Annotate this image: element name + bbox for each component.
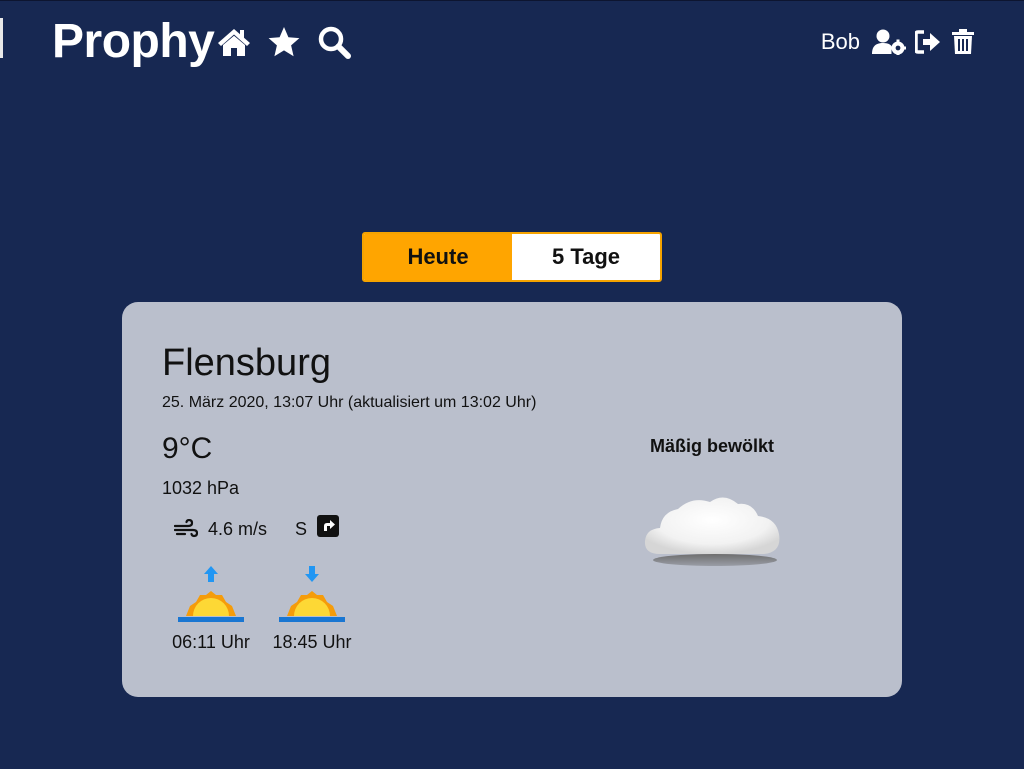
weather-condition: Mäßig bewölkt (649, 436, 774, 456)
cloud-icon (644, 497, 780, 566)
user-area: Bob (821, 27, 976, 57)
user-settings-icon[interactable] (872, 27, 906, 57)
username: Bob (820, 29, 860, 54)
nav-icons (216, 24, 352, 60)
wind-direction: S (295, 518, 308, 539)
sunset-time: 18:45 Uhr (272, 632, 352, 652)
home-icon[interactable] (216, 24, 252, 60)
tab-5-days[interactable]: 5 Tage (512, 234, 660, 280)
wind-direction-arrow-icon (317, 515, 340, 537)
star-icon[interactable] (266, 24, 302, 60)
logout-icon[interactable] (914, 27, 942, 57)
city-name: Flensburg (162, 342, 331, 384)
forecast-toggle: Heute 5 Tage (362, 232, 662, 282)
search-icon[interactable] (316, 24, 352, 60)
temperature: 9°C (162, 432, 213, 465)
weather-card: Flensburg 25. März 2020, 13:07 Uhr (aktu… (122, 302, 902, 697)
sunset-icon (279, 566, 345, 622)
header: Prophy Bob (0, 0, 1024, 90)
wind-row: 4.6 m/s S (174, 515, 340, 540)
wind-icon (174, 519, 198, 538)
sunrise-time: 06:11 Uhr (172, 632, 250, 652)
timestamp: 25. März 2020, 13:07 Uhr (aktualisiert u… (162, 394, 537, 411)
sunrise: 06:11 Uhr (170, 566, 252, 653)
sunrise-icon (178, 566, 244, 622)
app-title[interactable]: Prophy (52, 14, 215, 69)
pressure: 1032 hPa (162, 478, 240, 498)
wind-speed: 4.6 m/s (208, 518, 268, 539)
trash-icon[interactable] (950, 27, 976, 57)
tab-today[interactable]: Heute (364, 234, 512, 280)
sunset: 18:45 Uhr (271, 566, 353, 653)
